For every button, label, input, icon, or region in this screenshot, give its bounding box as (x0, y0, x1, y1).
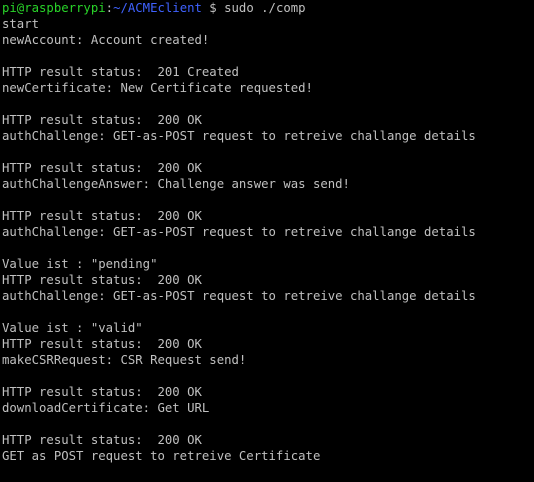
output-line: makeCSRRequest: CSR Request send! (2, 353, 247, 367)
output-line: HTTP result status: 201 Created (2, 65, 239, 79)
output-line: HTTP result status: 200 OK (2, 433, 202, 447)
prompt-user-host: pi@raspberrypi (2, 1, 106, 15)
output-line: HTTP result status: 200 OK (2, 113, 202, 127)
output-line: Value ist : "valid" (2, 321, 143, 335)
prompt-symbol: $ (201, 1, 225, 15)
output-line: authChallenge: GET-as-POST request to re… (2, 129, 476, 143)
output-line: start (2, 17, 40, 31)
output-line: authChallenge: GET-as-POST request to re… (2, 225, 476, 239)
output-line: newAccount: Account created! (2, 33, 210, 47)
output-line: HTTP result status: 200 OK (2, 161, 202, 175)
output-line: authChallenge: GET-as-POST request to re… (2, 289, 476, 303)
output-line: HTTP result status: 200 OK (2, 337, 202, 351)
output-line: GET as POST request to retreive Certific… (2, 449, 321, 463)
output-line: downloadCertificate: Get URL (2, 401, 210, 415)
output-line: newCertificate: New Certificate requeste… (2, 81, 313, 95)
output-line: HTTP result status: 200 OK (2, 209, 202, 223)
output-line: authChallengeAnswer: Challenge answer wa… (2, 177, 350, 191)
output-line: Value ist : "pending" (2, 257, 158, 271)
prompt-path: ~/ACMEclient (113, 1, 202, 15)
prompt-command: sudo ./comp (224, 1, 306, 15)
output-line: HTTP result status: 200 OK (2, 385, 202, 399)
output-line: HTTP result status: 200 OK (2, 273, 202, 287)
prompt-line: pi@raspberrypi:~/ACMEclient $ sudo ./com… (2, 0, 534, 16)
prompt-separator: : (105, 1, 114, 15)
terminal-window[interactable]: pi@raspberrypi:~/ACMEclient $ sudo ./com… (0, 0, 534, 482)
